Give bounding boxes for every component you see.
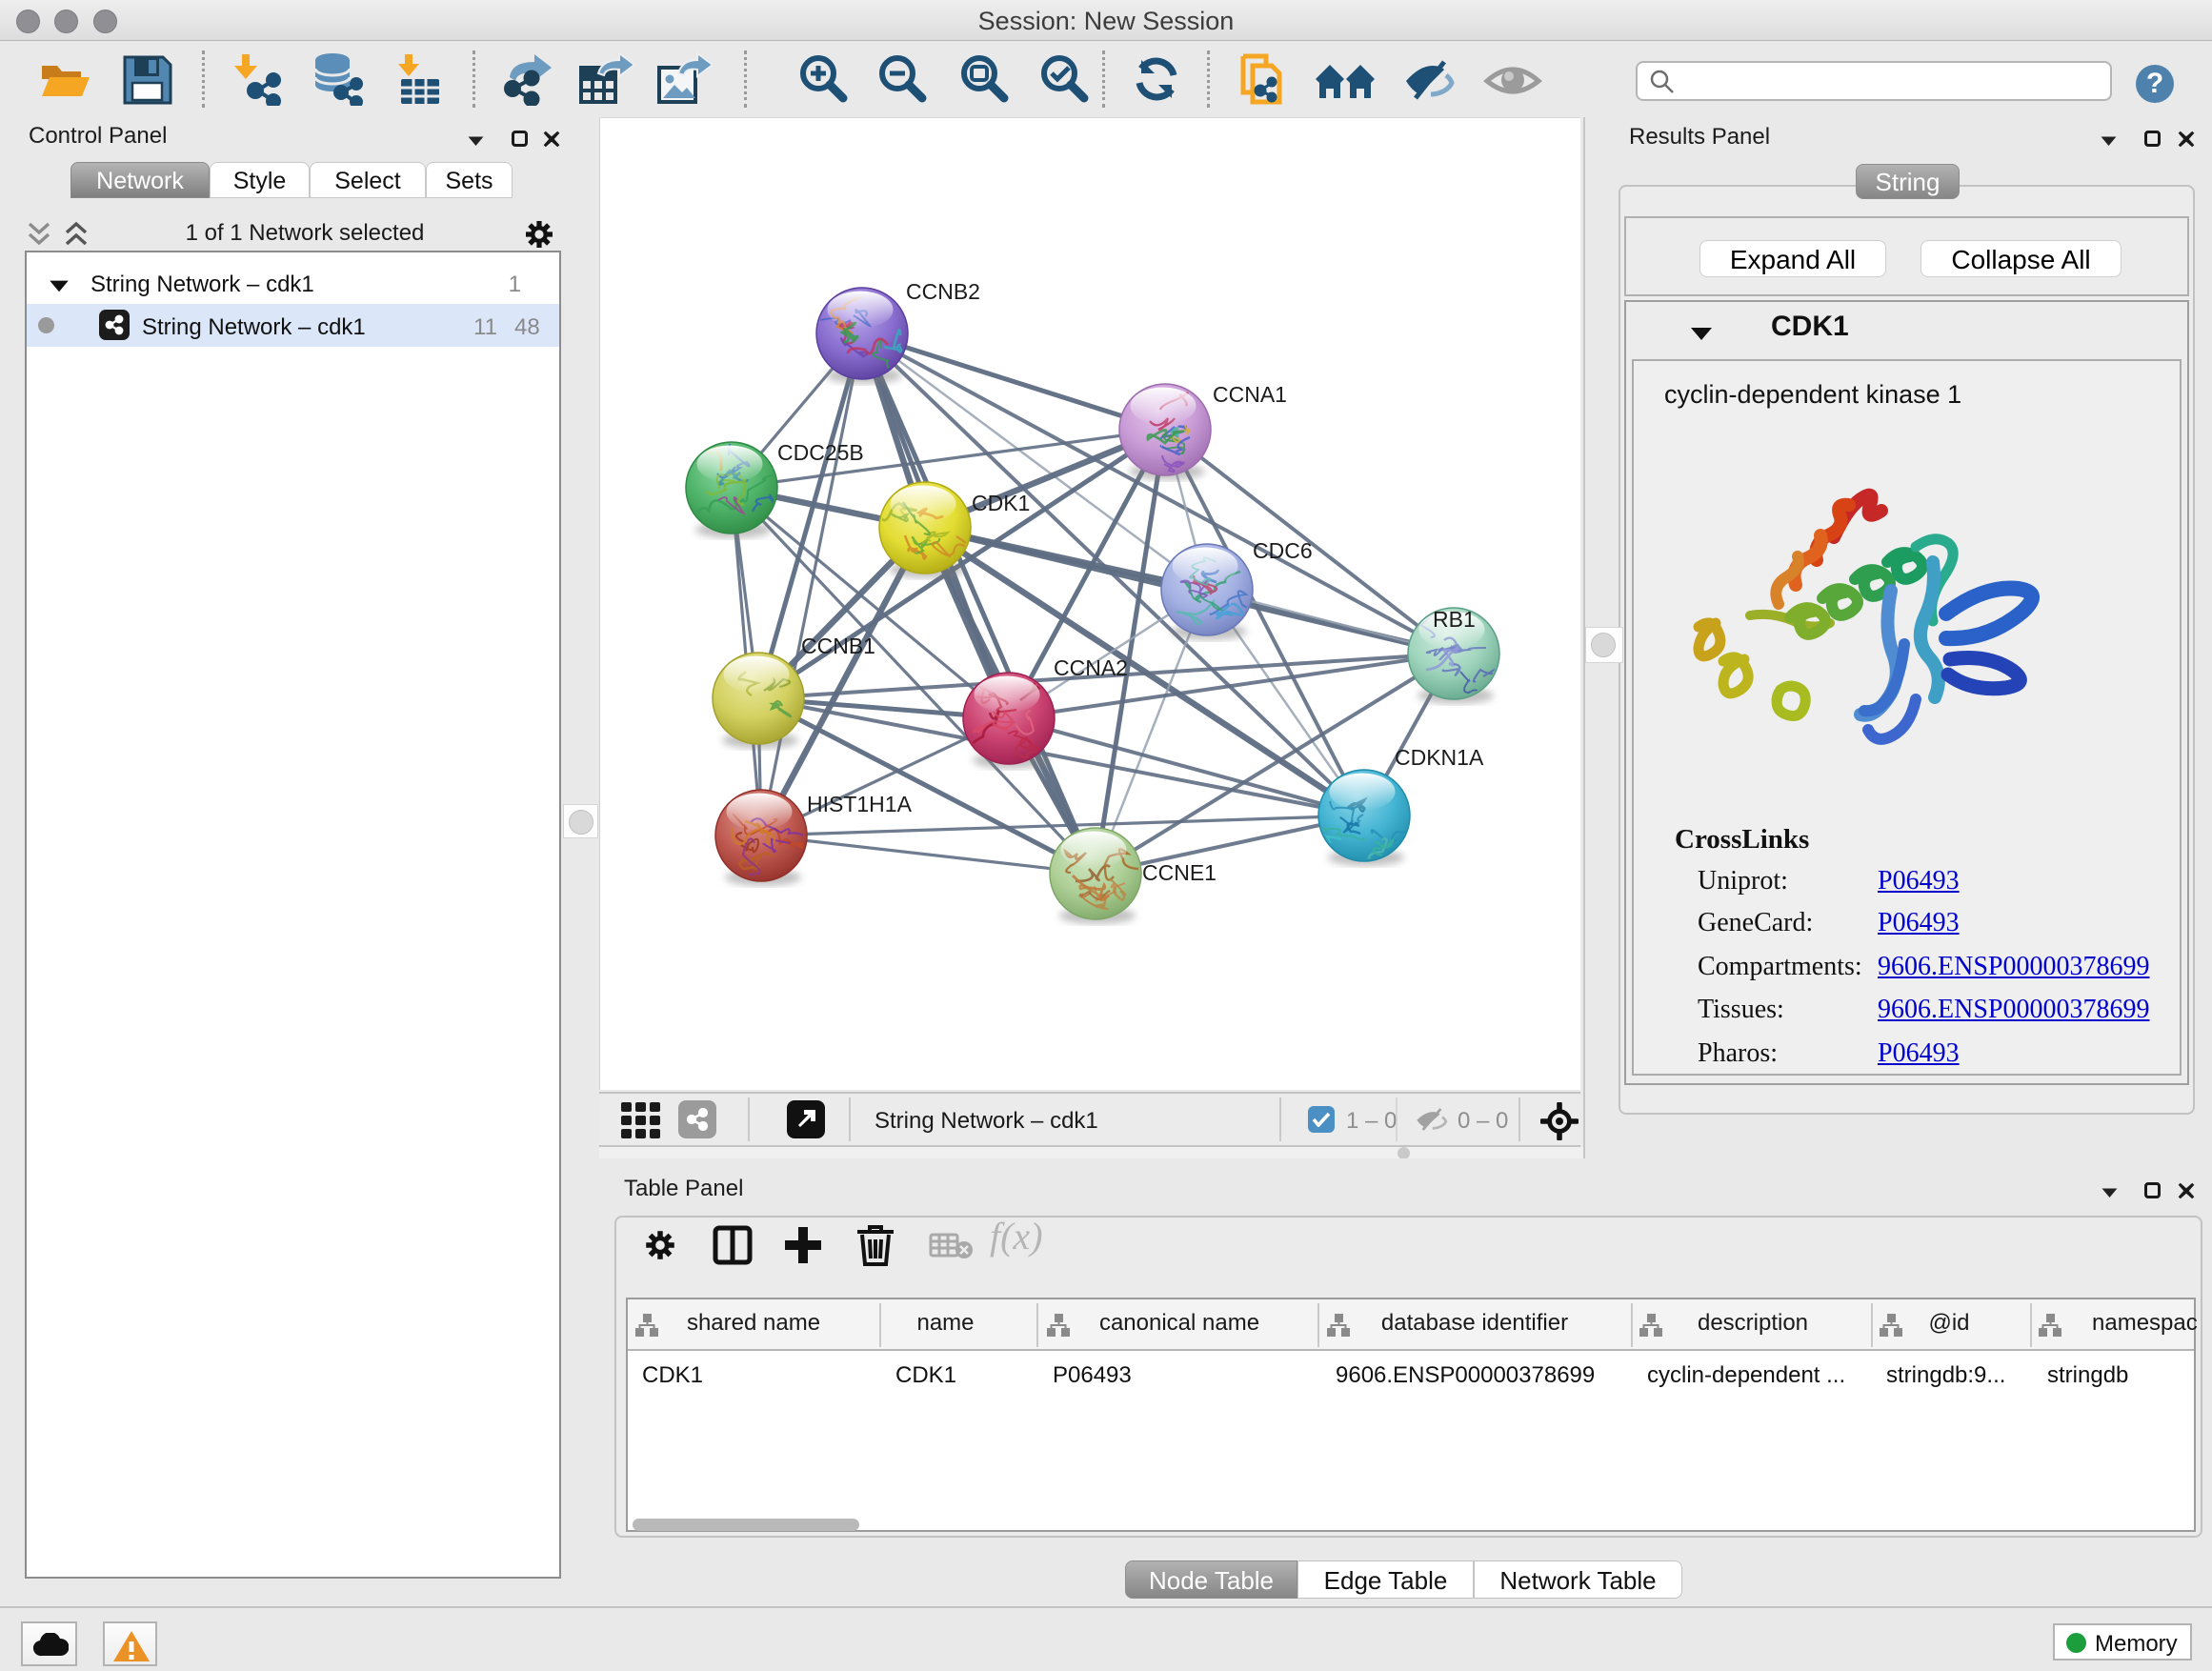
svg-text:CDC25B: CDC25B — [777, 440, 864, 465]
svg-text:RB1: RB1 — [1433, 607, 1476, 632]
svg-text:CCNB1: CCNB1 — [801, 634, 875, 658]
svg-text:CCNA1: CCNA1 — [1213, 382, 1287, 407]
svg-text:CDK1: CDK1 — [972, 491, 1030, 515]
svg-text:HIST1H1A: HIST1H1A — [807, 792, 913, 816]
svg-text:CCNA2: CCNA2 — [1054, 655, 1128, 680]
svg-text:CCNE1: CCNE1 — [1142, 860, 1217, 885]
svg-text:CCNB2: CCNB2 — [906, 279, 980, 304]
svg-text:CDKN1A: CDKN1A — [1395, 745, 1484, 770]
svg-text:CDC6: CDC6 — [1253, 538, 1313, 563]
